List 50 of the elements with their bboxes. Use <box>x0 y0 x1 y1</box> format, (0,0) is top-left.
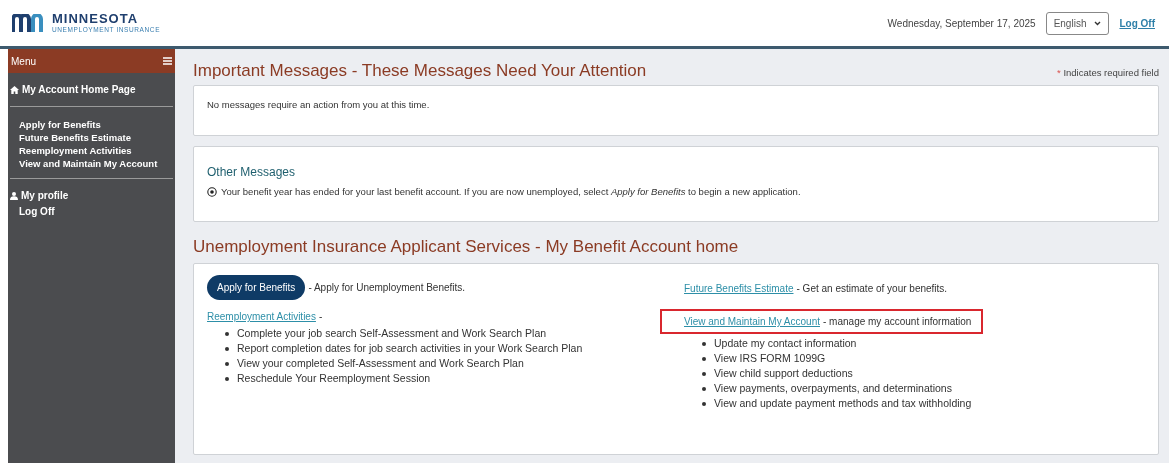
card-heading: Other Messages <box>207 164 297 181</box>
current-date: Wednesday, September 17, 2025 <box>887 16 1036 31</box>
required-field-note: * Indicates required field <box>1057 65 1159 80</box>
future-benefits-estimate-link[interactable]: Future Benefits Estimate <box>684 281 794 296</box>
log-off-link[interactable]: Log Off <box>1119 15 1155 31</box>
sidebar-log-off-link[interactable]: Log Off <box>8 204 175 219</box>
apply-for-benefits-button[interactable]: Apply for Benefits <box>207 275 306 300</box>
sidebar-link[interactable]: Future Benefits Estimate <box>19 131 164 144</box>
sidebar-home-link[interactable]: My Account Home Page <box>8 82 175 97</box>
message-text: Your benefit year has ended for your last benefit account. If you are now unemployed, select Apply for Benefits to begin a new application. <box>221 185 801 199</box>
message-text: No messages require an action from you at this time. <box>207 98 431 112</box>
chevron-down-icon <box>1094 20 1102 26</box>
sidebar-link[interactable]: Apply for Benefits <box>19 118 164 131</box>
link-description: - Get an estimate of your benefits. <box>796 282 948 296</box>
bullet-text: Report completion dates for job search activities in your Work Search Plan <box>237 341 583 356</box>
reemployment-activities-link[interactable]: Reemployment Activities <box>207 309 316 324</box>
bullet-icon <box>702 356 706 361</box>
bullet-text: Update my contact information <box>714 336 857 351</box>
sidebar-link[interactable]: Reemployment Activities <box>19 144 164 157</box>
bullet-text: View IRS FORM 1099G <box>714 351 826 366</box>
person-icon <box>10 191 18 200</box>
link-suffix: - <box>318 310 323 324</box>
bullet-text: View child support deductions <box>714 366 853 381</box>
bullet-text: View and update payment methods and tax withholding <box>714 396 972 411</box>
bullet-icon <box>225 361 229 366</box>
home-icon <box>10 85 19 94</box>
button-description: - Apply for Unemployment Benefits. <box>308 281 466 295</box>
bullet-text: View payments, overpayments, and determinations <box>714 381 952 396</box>
bullet-icon <box>702 386 706 391</box>
section-heading: Important Messages - These Messages Need Your Attention <box>193 61 647 81</box>
bullet-text: View your completed Self-Assessment and Work Search Plan <box>237 356 524 371</box>
radio-dot-icon <box>207 187 217 198</box>
bullet-icon <box>702 401 706 406</box>
section-heading: Unemployment Insurance Applicant Services - My Benefit Account home <box>193 237 740 257</box>
view-and-maintain-account-link[interactable]: View and Maintain My Account <box>684 314 820 329</box>
bullet-text: Complete your job search Self-Assessment and Work Search Plan <box>237 326 547 341</box>
sidebar-profile-link[interactable]: My profile <box>8 188 175 203</box>
bullet-icon <box>702 341 706 346</box>
bullet-text: Reschedule Your Reemployment Session <box>237 371 431 386</box>
bullet-icon <box>702 371 706 376</box>
bullet-icon <box>225 376 229 381</box>
sidebar-link[interactable]: View and Maintain My Account <box>19 157 164 170</box>
bullet-icon <box>225 331 229 336</box>
menu-icon[interactable] <box>163 57 172 65</box>
bullet-icon <box>225 346 229 351</box>
language-select[interactable]: English <box>1045 11 1110 35</box>
menu-label: Menu <box>11 54 36 69</box>
logo-title: MINNESOTA <box>52 12 140 26</box>
logo-icon <box>12 14 46 32</box>
link-description: - manage my account information <box>823 315 972 329</box>
